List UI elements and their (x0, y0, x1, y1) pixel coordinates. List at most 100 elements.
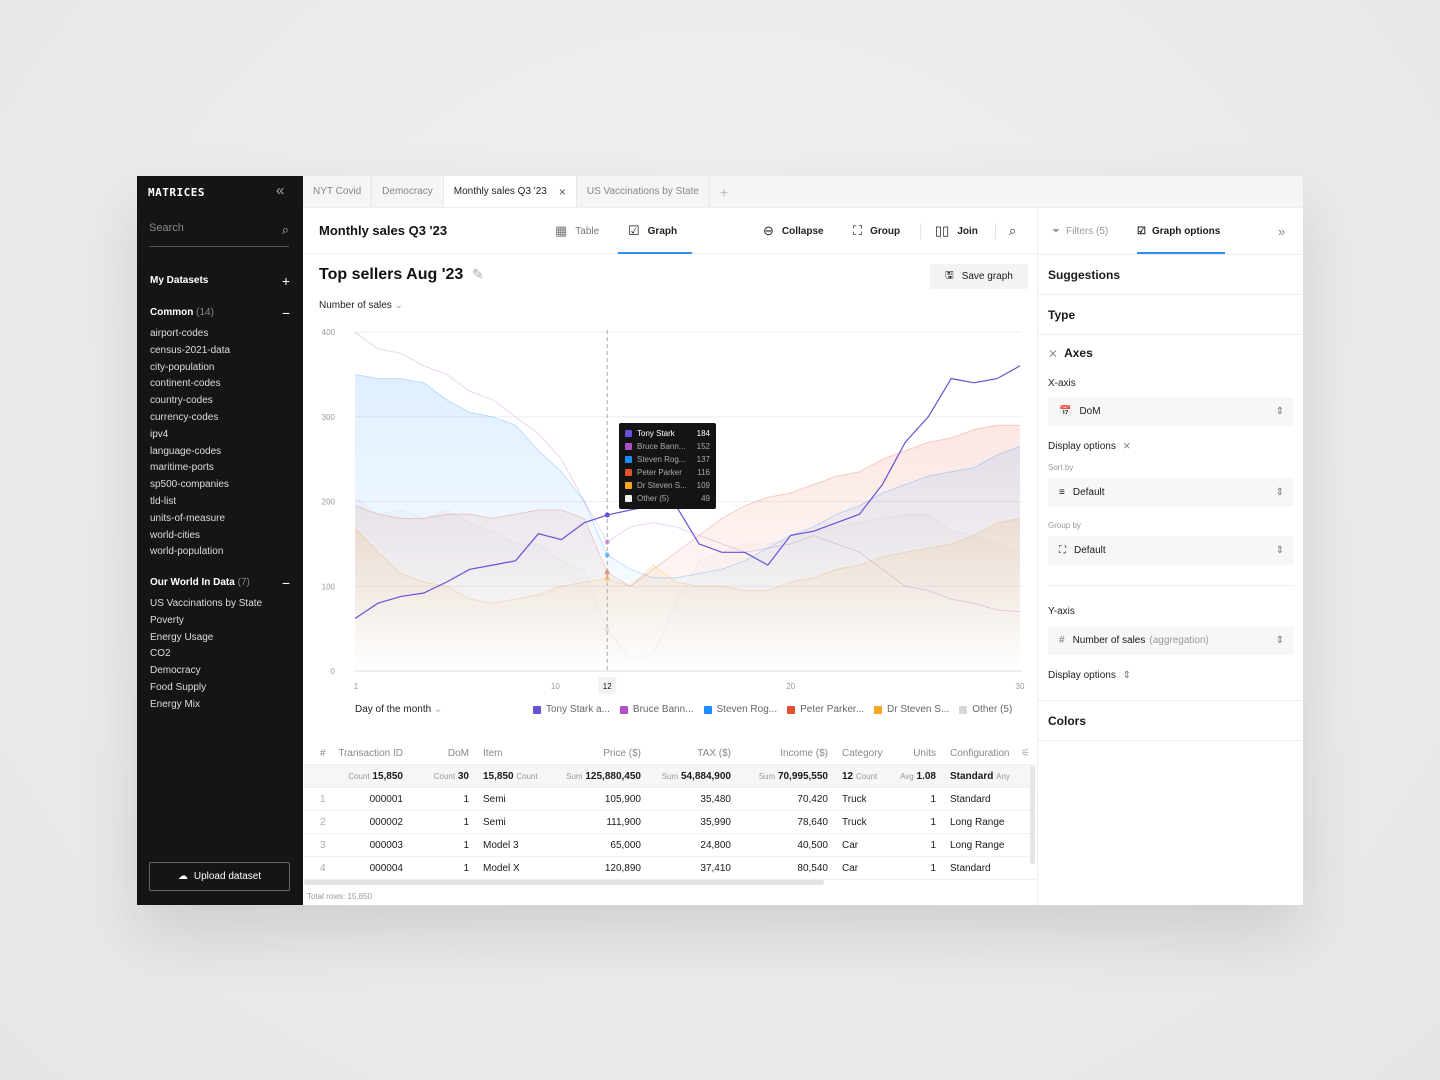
group-icon: ⛶ (853, 223, 863, 238)
sidebar-dataset-item[interactable]: airport-codes (150, 326, 230, 343)
sidebar-dataset-item[interactable]: world-cities (150, 528, 230, 545)
summary-cell[interactable]: Sum 70,995,550 (738, 771, 835, 782)
legend-item[interactable]: Peter Parker... (787, 704, 864, 715)
sidebar-dataset-item[interactable]: maritime-ports (150, 460, 230, 477)
column-header[interactable]: TAX ($) (648, 748, 738, 759)
table-row[interactable]: 1 000001 1 Semi 105,900 35,480 70,420 Truck 1 Sta… (304, 788, 1036, 811)
collapse-sidebar-icon[interactable]: « (276, 182, 284, 199)
expand-panel-icon[interactable]: » (1278, 208, 1285, 254)
sidebar-dataset-item[interactable]: Food Supply (150, 680, 262, 697)
summary-cell[interactable]: Sum 54,884,900 (648, 771, 738, 782)
sidebar-dataset-item[interactable]: units-of-measure (150, 511, 230, 528)
minus-icon[interactable]: − (282, 575, 290, 591)
search-button[interactable]: ⌕ (1009, 208, 1016, 254)
group-common[interactable]: Common (14) − (150, 305, 290, 321)
collapse-button[interactable]: ⊖ Collapse (763, 208, 824, 254)
column-header[interactable]: Transaction ID (330, 748, 410, 759)
colors-section[interactable]: Colors (1038, 700, 1304, 741)
tab-monthly-sales[interactable]: Monthly sales Q3 '23 × (443, 176, 577, 207)
tab-us-vaccinations[interactable]: US Vaccinations by State (577, 176, 710, 207)
column-header[interactable]: Income ($) (738, 748, 835, 759)
label: Graph (647, 225, 678, 237)
table-row[interactable]: 2 000002 1 Semi 111,900 35,990 78,640 Truck 1 Lon… (304, 811, 1036, 834)
tab-democracy[interactable]: Democracy (372, 176, 444, 207)
group-our-world-in-data[interactable]: Our World In Data (7) − (150, 575, 290, 591)
type-section[interactable]: Type (1038, 295, 1304, 335)
legend-item[interactable]: Steven Rog... (703, 704, 777, 715)
sort-by-select[interactable]: ≡ Default ⇕ (1048, 478, 1294, 507)
y-measure-dropdown[interactable]: Number of sales ⌄ (319, 300, 403, 311)
sidebar-dataset-item[interactable]: census-2021-data (150, 343, 230, 360)
summary-cell[interactable]: Avg 1.08 (895, 771, 943, 782)
column-settings-icon[interactable]: ⚟ (1021, 748, 1030, 759)
summary-cell[interactable]: Count 30 (410, 771, 476, 782)
x-axis-select[interactable]: 📅 DoM ⇕ (1048, 397, 1294, 426)
table-cell: 120,890 (604, 862, 641, 874)
table-view-button[interactable]: ▦ Table (555, 208, 599, 254)
sidebar-dataset-item[interactable]: US Vaccinations by State (150, 596, 262, 613)
summary-cell[interactable]: Standard Any (943, 771, 1030, 782)
suggestions-section[interactable]: Suggestions (1038, 254, 1304, 295)
legend-item[interactable]: Tony Stark a... (533, 704, 610, 715)
search-icon[interactable]: ⌕ (282, 222, 289, 238)
tab-nyt-covid[interactable]: NYT Covid (303, 176, 373, 207)
sidebar-dataset-item[interactable]: tld-list (150, 494, 230, 511)
sidebar-dataset-item[interactable]: Energy Mix (150, 697, 262, 714)
my-datasets-header[interactable]: My Datasets + (150, 273, 290, 289)
column-header[interactable]: Configuration (943, 748, 1030, 759)
summary-cell[interactable]: 15,850 Count (476, 771, 548, 782)
legend-item[interactable]: Other (5) (959, 704, 1012, 715)
y-display-options-toggle[interactable]: Display options ⇕ (1048, 670, 1131, 681)
sidebar-dataset-item[interactable]: currency-codes (150, 410, 230, 427)
table-cell: 1 (930, 862, 936, 874)
legend-item[interactable]: Dr Steven S... (874, 704, 949, 715)
axes-section-header[interactable]: ⨯ Axes (1038, 346, 1304, 360)
sidebar-dataset-item[interactable]: ipv4 (150, 427, 230, 444)
sidebar-dataset-item[interactable]: sp500-companies (150, 477, 230, 494)
data-table: # Transaction ID DoM Item Price ($) TAX ($) In… (304, 743, 1036, 880)
sidebar-dataset-item[interactable]: CO2 (150, 646, 262, 663)
sidebar-dataset-item[interactable]: world-population (150, 544, 230, 561)
table-row[interactable]: 3 000003 1 Model 3 65,000 24,800 40,500 Car 1 Lon… (304, 834, 1036, 857)
group-button[interactable]: ⛶ Group (853, 208, 900, 254)
column-header[interactable]: DoM (410, 748, 476, 759)
logo: MATRICES (148, 186, 205, 199)
display-options-toggle[interactable]: Display options ⨯ (1048, 441, 1131, 452)
vertical-scrollbar[interactable] (1030, 766, 1035, 864)
legend-item[interactable]: Bruce Bann... (619, 704, 694, 715)
summary-cell[interactable]: 12 Count (835, 771, 895, 782)
graph-view-button[interactable]: ☑ Graph (618, 208, 692, 254)
filters-tab[interactable]: ⏷ Filters (5) (1052, 208, 1108, 254)
column-header[interactable]: Price ($) (548, 748, 648, 759)
area-chart[interactable]: 0 100 200 300 400 1 10 12 20 30 (304, 320, 1036, 700)
label: Join (957, 225, 978, 237)
close-icon[interactable]: × (559, 185, 566, 199)
sidebar-dataset-item[interactable]: Energy Usage (150, 630, 262, 647)
y-axis-select[interactable]: # Number of sales (aggregation) ⇕ (1048, 626, 1294, 655)
join-button[interactable]: ▯▯ Join (935, 208, 978, 254)
column-header[interactable]: Item (476, 748, 548, 759)
graph-options-tab[interactable]: ☑ Graph options (1137, 208, 1225, 254)
upload-dataset-button[interactable]: ☁ Upload dataset (149, 862, 290, 891)
plus-icon[interactable]: + (282, 273, 290, 289)
column-header[interactable]: Category (835, 748, 895, 759)
sidebar-dataset-item[interactable]: Democracy (150, 663, 262, 680)
edit-pencil-icon[interactable]: ✎ (472, 266, 484, 283)
horizontal-scrollbar[interactable] (304, 880, 824, 885)
sidebar-dataset-item[interactable]: language-codes (150, 444, 230, 461)
column-header[interactable]: # (304, 748, 330, 759)
summary-cell[interactable]: Count 15,850 (330, 771, 410, 782)
sidebar-dataset-item[interactable]: country-codes (150, 393, 230, 410)
table-row[interactable]: 4 000004 1 Model X 120,890 37,410 80,540 Car 1 St… (304, 857, 1036, 880)
sidebar-dataset-item[interactable]: city-population (150, 360, 230, 377)
add-tab-button[interactable]: + (710, 176, 738, 207)
x-dimension-dropdown[interactable]: Day of the month ⌄ (355, 704, 442, 715)
sidebar-dataset-item[interactable]: Poverty (150, 613, 262, 630)
search-input[interactable]: Search ⌕ (149, 222, 289, 247)
column-header[interactable]: Units (895, 748, 943, 759)
summary-cell[interactable]: Sum 125,880,450 (548, 771, 648, 782)
save-graph-button[interactable]: 🖫 Save graph (930, 264, 1028, 289)
minus-icon[interactable]: − (282, 305, 290, 321)
sidebar-dataset-item[interactable]: continent-codes (150, 376, 230, 393)
group-by-select[interactable]: ⛶ Default ⇕ (1048, 536, 1294, 565)
